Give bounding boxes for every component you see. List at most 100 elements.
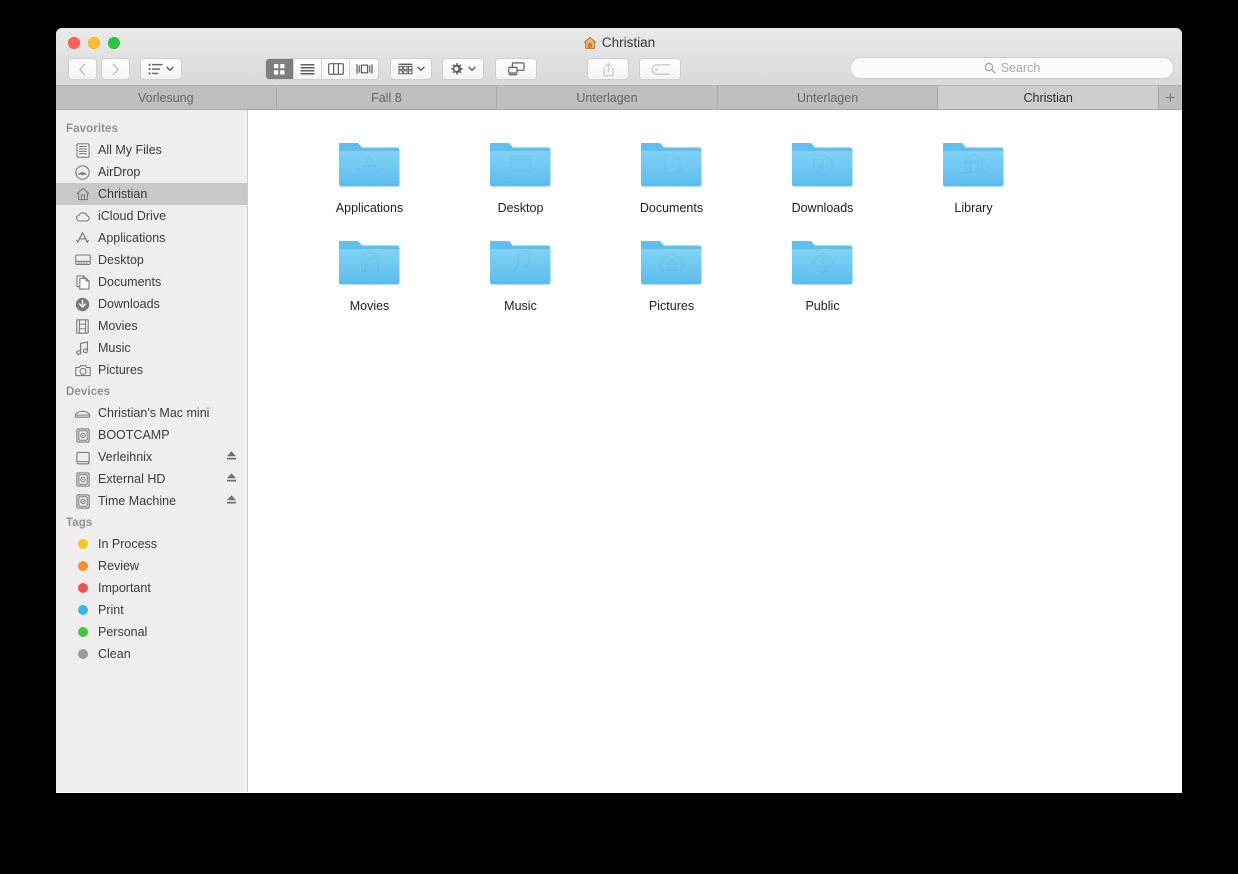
sidebar-item-music[interactable]: Music [56,337,247,359]
action-menu-button[interactable] [442,58,484,80]
back-button[interactable] [68,58,97,80]
group-button[interactable] [390,58,432,80]
chevron-left-icon [79,63,86,75]
sidebar-section-header-favorites: Favorites [66,123,119,135]
folder-desktop-icon [489,143,550,187]
sidebar-item-label: Christian's Mac mini [98,406,210,420]
sidebar-item-label: Print [98,603,124,617]
mac-mini-icon [74,405,91,421]
disk-icon [75,451,90,464]
folder-applications-icon [338,143,399,187]
sidebar-item-desktop[interactable]: Desktop [56,249,247,271]
search-field[interactable]: Search [850,57,1174,79]
folder-item-desktop[interactable]: Desktop [445,132,596,216]
sidebar-section-header-tags: Tags [66,517,93,529]
coverflow-view-button[interactable] [350,59,378,79]
tab-label: Vorlesung [137,90,194,105]
sidebar-item-documents[interactable]: Documents [56,271,247,293]
folder-item-music[interactable]: Music [445,230,596,314]
folder-item-downloads[interactable]: Downloads [747,132,898,216]
documents-icon [75,274,90,290]
sidebar-item-label: Applications [98,231,166,245]
sidebar-item-pictures[interactable]: Pictures [56,359,247,381]
folder-item-label: Public [805,299,840,313]
sidebar-item-airdrop[interactable]: AirDrop [56,161,247,183]
folder-item-pictures[interactable]: Pictures [596,230,747,314]
folder-downloads-icon [791,143,852,187]
tab-christian[interactable]: Christian [938,86,1159,109]
file-grid: Applications Desktop Documents Downloads Lib… [248,110,1182,792]
tag-dot-icon [74,646,91,662]
eject-icon[interactable] [226,494,237,508]
sidebar-item-label: In Process [98,537,158,551]
sidebar-item-label: BOOTCAMP [98,428,170,442]
tab-unterlagen[interactable]: Unterlagen [718,86,939,109]
hard-disk-icon [75,493,90,509]
tag-dot-icon [77,605,88,615]
icon-view-button[interactable] [266,59,294,79]
sidebar-item-print[interactable]: Print [56,599,247,621]
sidebar-item-external-hd[interactable]: External HD [56,468,247,490]
tab-label: Fall 8 [371,90,402,105]
column-view-button[interactable] [322,59,350,79]
columns-icon [327,63,344,75]
toolbar: Search [56,52,1182,86]
chevron-down-icon [468,66,476,71]
folder-item-documents[interactable]: Documents [596,132,747,216]
sidebar-item-personal[interactable]: Personal [56,621,247,643]
tab-vorlesung[interactable]: Vorlesung [56,86,277,109]
sidebar-item-christian[interactable]: Christian [56,183,247,205]
tag-dot-icon [77,539,88,549]
airdrop-button[interactable] [495,58,537,80]
airdrop-icon [75,164,90,180]
folder-item-movies[interactable]: Movies [294,230,445,314]
folder-item-library[interactable]: Library [898,132,1049,216]
cloud-icon [74,208,91,224]
sidebar-item-icloud-drive[interactable]: iCloud Drive [56,205,247,227]
arrange-list-icon [148,63,163,75]
tab-unterlagen[interactable]: Unterlagen [497,86,718,109]
tag-dot-icon [74,624,91,640]
list-view-button[interactable] [294,59,322,79]
sidebar-item-movies[interactable]: Movies [56,315,247,337]
share-button[interactable] [587,58,629,80]
tab-fall-8[interactable]: Fall 8 [277,86,498,109]
sidebar-item-bootcamp[interactable]: BOOTCAMP [56,424,247,446]
sidebar-item-label: Desktop [98,253,144,267]
hard-disk-icon [75,471,90,487]
sidebar-item-all-my-files[interactable]: All My Files [56,139,247,161]
folder-item-public[interactable]: Public [747,230,898,314]
sidebar-item-downloads[interactable]: Downloads [56,293,247,315]
tag-dot-icon [77,561,88,571]
all-my-files-icon [74,142,91,158]
sidebar-item-time-machine[interactable]: Time Machine [56,490,247,512]
applications-icon [75,232,90,243]
sidebar-item-label: Time Machine [98,494,177,508]
eject-icon[interactable] [226,450,237,464]
folder-item-label: Pictures [648,299,695,313]
sidebar-item-verleihnix[interactable]: Verleihnix [56,446,247,468]
arrange-button[interactable] [140,58,182,80]
sidebar-item-label: Important [98,581,151,595]
folder-item-applications[interactable]: Applications [294,132,445,216]
sidebar-item-christian-s-mac-mini[interactable]: Christian's Mac mini [56,402,247,424]
sidebar-item-label: All My Files [98,143,162,157]
tab-label: Unterlagen [576,90,638,105]
list-icon [300,64,315,75]
sidebar-item-clean[interactable]: Clean [56,643,247,665]
music-icon [76,340,89,355]
eject-icon[interactable] [226,472,237,486]
sidebar-item-label: Pictures [98,363,144,377]
eject-glyph [227,495,236,504]
folder-music-icon [489,241,550,285]
forward-button[interactable] [101,58,130,80]
sidebar-item-important[interactable]: Important [56,577,247,599]
sidebar-item-review[interactable]: Review [56,555,247,577]
folder-documents-icon [640,143,701,187]
sidebar-item-in-process[interactable]: In Process [56,533,247,555]
new-tab-button[interactable]: + [1159,86,1182,109]
edit-tags-button[interactable] [639,58,681,80]
downloads-icon [75,297,90,311]
tag-dot-icon [74,580,91,596]
sidebar-item-applications[interactable]: Applications [56,227,247,249]
